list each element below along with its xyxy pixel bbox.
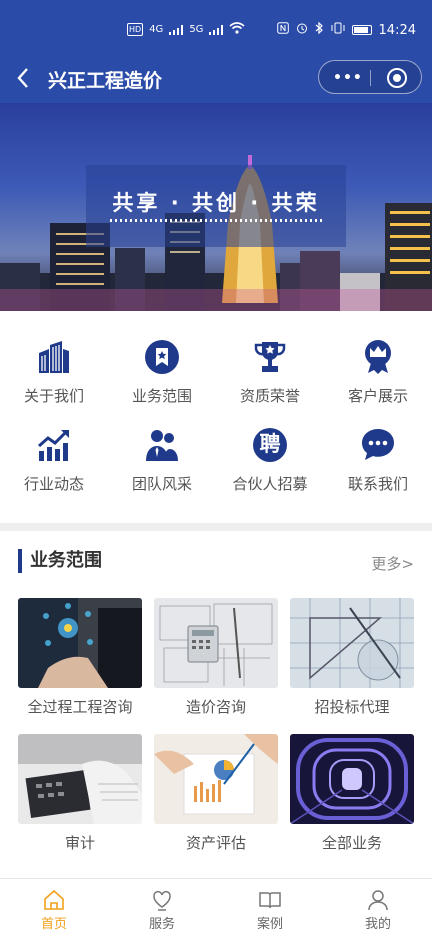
service-card[interactable]: 审计 <box>18 734 142 853</box>
menu-item-honors[interactable]: 资质荣誉 <box>216 311 324 405</box>
trophy-icon <box>252 339 288 375</box>
cost-consulting-photo <box>154 598 278 688</box>
signal-icon <box>169 24 184 35</box>
net1-label: 4G <box>149 24 164 35</box>
mini-program-capsule: ••• <box>318 60 422 94</box>
bottom-tab-bar: 首页 服务 案例 我的 <box>0 878 432 936</box>
menu-item-business[interactable]: 业务范围 <box>108 311 216 405</box>
home-icon <box>43 889 65 911</box>
quick-menu-grid: 关于我们 业务范围 资质荣誉 客户展示 行业动态 团队风采 聘 合伙人招募 联系… <box>0 311 432 523</box>
recruit-icon: 聘 <box>252 427 288 463</box>
hd-badge: HD <box>127 23 144 36</box>
tab-label: 案例 <box>256 917 283 932</box>
service-heart-icon <box>151 889 173 911</box>
service-card[interactable]: 全部业务 <box>290 734 414 853</box>
nfc-icon <box>276 22 289 38</box>
crown-badge-icon <box>360 339 396 375</box>
banner-carousel[interactable]: 共享 · 共创 · 共荣 <box>0 103 432 311</box>
menu-item-about[interactable]: 关于我们 <box>0 311 108 405</box>
wifi-icon <box>229 22 245 37</box>
service-card[interactable]: 造价咨询 <box>154 598 278 717</box>
card-label: 资产评估 <box>185 834 246 852</box>
tab-home[interactable]: 首页 <box>0 879 108 937</box>
bidding-agency-photo <box>290 598 414 688</box>
bookmark-badge-icon <box>144 339 180 375</box>
audit-photo <box>18 734 142 824</box>
section-title: 业务范围 <box>18 549 102 573</box>
capsule-divider <box>370 70 371 86</box>
buildings-icon <box>36 339 72 375</box>
slogan-underline <box>110 219 322 222</box>
slogan-panel: 共享 · 共创 · 共荣 <box>86 165 346 247</box>
service-card[interactable]: 招投标代理 <box>290 598 414 717</box>
chat-bubble-icon <box>360 427 396 463</box>
menu-item-label: 合伙人招募 <box>232 475 308 493</box>
top-bar: HD 4G 5G 14:24 兴正工程造价 ••• <box>0 0 432 103</box>
close-mini-program-icon[interactable] <box>387 68 407 88</box>
banner-slogan: 共享 · 共创 · 共荣 <box>112 191 320 215</box>
network-indicators: HD 4G 5G <box>127 22 245 37</box>
team-icon <box>144 427 180 463</box>
bluetooth-icon <box>315 21 324 38</box>
section-divider <box>0 523 432 531</box>
card-label: 全过程工程咨询 <box>27 698 133 716</box>
more-button[interactable]: ••• <box>333 70 363 86</box>
service-card[interactable]: 资产评估 <box>154 734 278 853</box>
tab-cases[interactable]: 案例 <box>216 879 324 937</box>
service-card[interactable]: 全过程工程咨询 <box>18 598 142 717</box>
nav-bar: 兴正工程造价 ••• <box>0 60 432 100</box>
tab-label: 首页 <box>40 917 67 932</box>
all-business-photo <box>290 734 414 824</box>
menu-item-label: 联系我们 <box>347 475 408 493</box>
menu-item-clients[interactable]: 客户展示 <box>324 311 432 405</box>
back-icon[interactable] <box>16 66 30 96</box>
card-label: 招投标代理 <box>314 698 390 716</box>
menu-item-team[interactable]: 团队风采 <box>108 399 216 493</box>
page-title: 兴正工程造价 <box>48 70 163 92</box>
tab-label: 我的 <box>364 917 391 932</box>
vibrate-icon <box>331 22 345 38</box>
card-label: 审计 <box>64 834 95 852</box>
menu-item-partner-recruit[interactable]: 聘 合伙人招募 <box>216 399 324 493</box>
status-bar: HD 4G 5G 14:24 <box>0 0 432 62</box>
menu-item-contact[interactable]: 联系我们 <box>324 399 432 493</box>
card-label: 全部业务 <box>321 834 382 852</box>
consulting-photo <box>18 598 142 688</box>
trend-chart-icon <box>36 427 72 463</box>
asset-valuation-photo <box>154 734 278 824</box>
system-indicators: 14:24 <box>276 21 416 38</box>
signal-icon-2 <box>209 24 224 35</box>
tab-service[interactable]: 服务 <box>108 879 216 937</box>
menu-item-news[interactable]: 行业动态 <box>0 399 108 493</box>
card-label: 造价咨询 <box>185 698 246 716</box>
recruit-glyph: 聘 <box>259 432 281 456</box>
tab-label: 服务 <box>148 917 175 932</box>
battery-icon <box>351 25 372 35</box>
net2-label: 5G <box>189 24 204 35</box>
more-link[interactable]: 更多> <box>371 553 414 574</box>
menu-item-label: 行业动态 <box>23 475 84 493</box>
clock-time: 14:24 <box>378 22 416 38</box>
alarm-icon <box>296 22 308 38</box>
book-icon <box>259 889 281 911</box>
tab-mine[interactable]: 我的 <box>324 879 432 937</box>
menu-item-label: 团队风采 <box>131 475 192 493</box>
user-icon <box>367 889 389 911</box>
